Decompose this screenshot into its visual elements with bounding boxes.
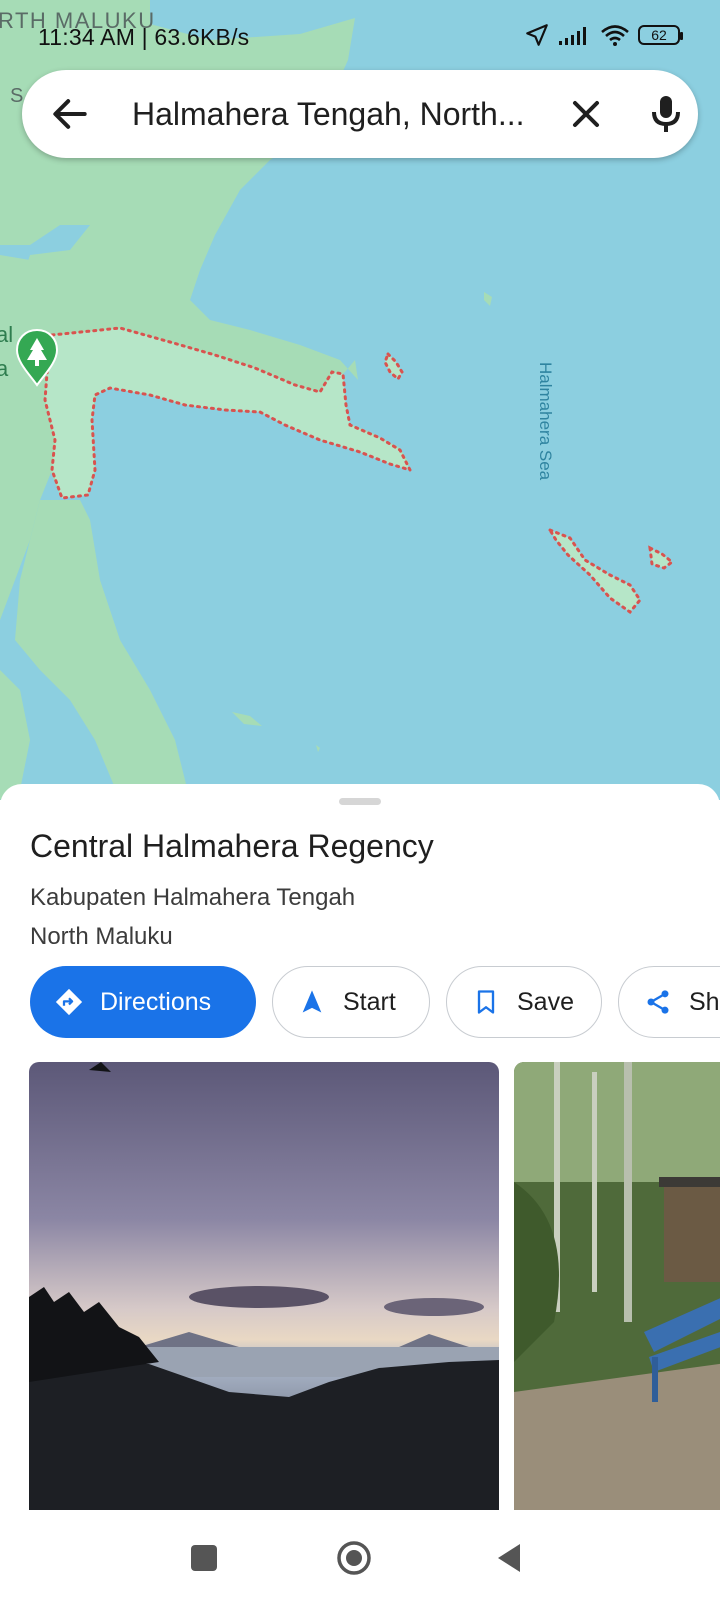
back-arrow-icon[interactable]	[48, 92, 92, 136]
photo-forest-bench[interactable]	[514, 1062, 720, 1510]
start-button[interactable]: Start	[272, 966, 430, 1038]
place-province: North Maluku	[30, 923, 173, 950]
directions-icon	[52, 985, 86, 1019]
map-label-a: a	[0, 356, 9, 381]
microphone-icon[interactable]	[642, 90, 690, 138]
place-sheet[interactable]: Central Halmahera Regency Kabupaten Halm…	[0, 784, 720, 1514]
share-button[interactable]: Sh	[618, 966, 720, 1038]
signal-icon	[559, 27, 586, 45]
place-title: Central Halmahera Regency	[30, 828, 434, 864]
system-nav-bar	[0, 1514, 720, 1600]
close-icon[interactable]	[564, 92, 608, 136]
battery-level: 62	[651, 27, 667, 43]
battery-indicator: 62	[638, 25, 683, 45]
directions-button[interactable]: Directions	[30, 966, 256, 1038]
photo-sunset-landscape[interactable]	[29, 1062, 499, 1510]
drag-handle[interactable]	[339, 798, 381, 805]
wifi-icon	[601, 25, 629, 46]
map-label-sea: Halmahera Sea	[536, 362, 555, 481]
bookmark-icon	[469, 985, 503, 1019]
share-label: Sh	[689, 987, 720, 1016]
navigation-arrow-icon	[295, 985, 329, 1019]
search-bar[interactable]: Halmahera Tengah, North...	[22, 70, 698, 158]
directions-label: Directions	[100, 987, 212, 1016]
share-icon	[641, 985, 675, 1019]
location-arrow-icon	[526, 24, 548, 46]
map-label-al: al	[0, 322, 13, 347]
status-time: 11:34 AM | 63.6KB/s	[38, 24, 250, 50]
action-chips: Directions Start Save Sh	[30, 966, 720, 1040]
status-bar: 11:34 AM | 63.6KB/s 62	[0, 0, 720, 70]
status-icons: 62	[524, 22, 683, 48]
map-label-s: S	[10, 85, 23, 107]
recents-square-icon[interactable]	[182, 1536, 226, 1580]
search-query[interactable]: Halmahera Tengah, North...	[132, 94, 542, 134]
back-triangle-icon[interactable]	[488, 1536, 532, 1580]
home-circle-icon[interactable]	[332, 1536, 376, 1580]
save-button[interactable]: Save	[446, 966, 602, 1038]
start-label: Start	[343, 987, 396, 1016]
place-local-name: Kabupaten Halmahera Tengah	[30, 884, 356, 911]
save-label: Save	[517, 987, 574, 1016]
